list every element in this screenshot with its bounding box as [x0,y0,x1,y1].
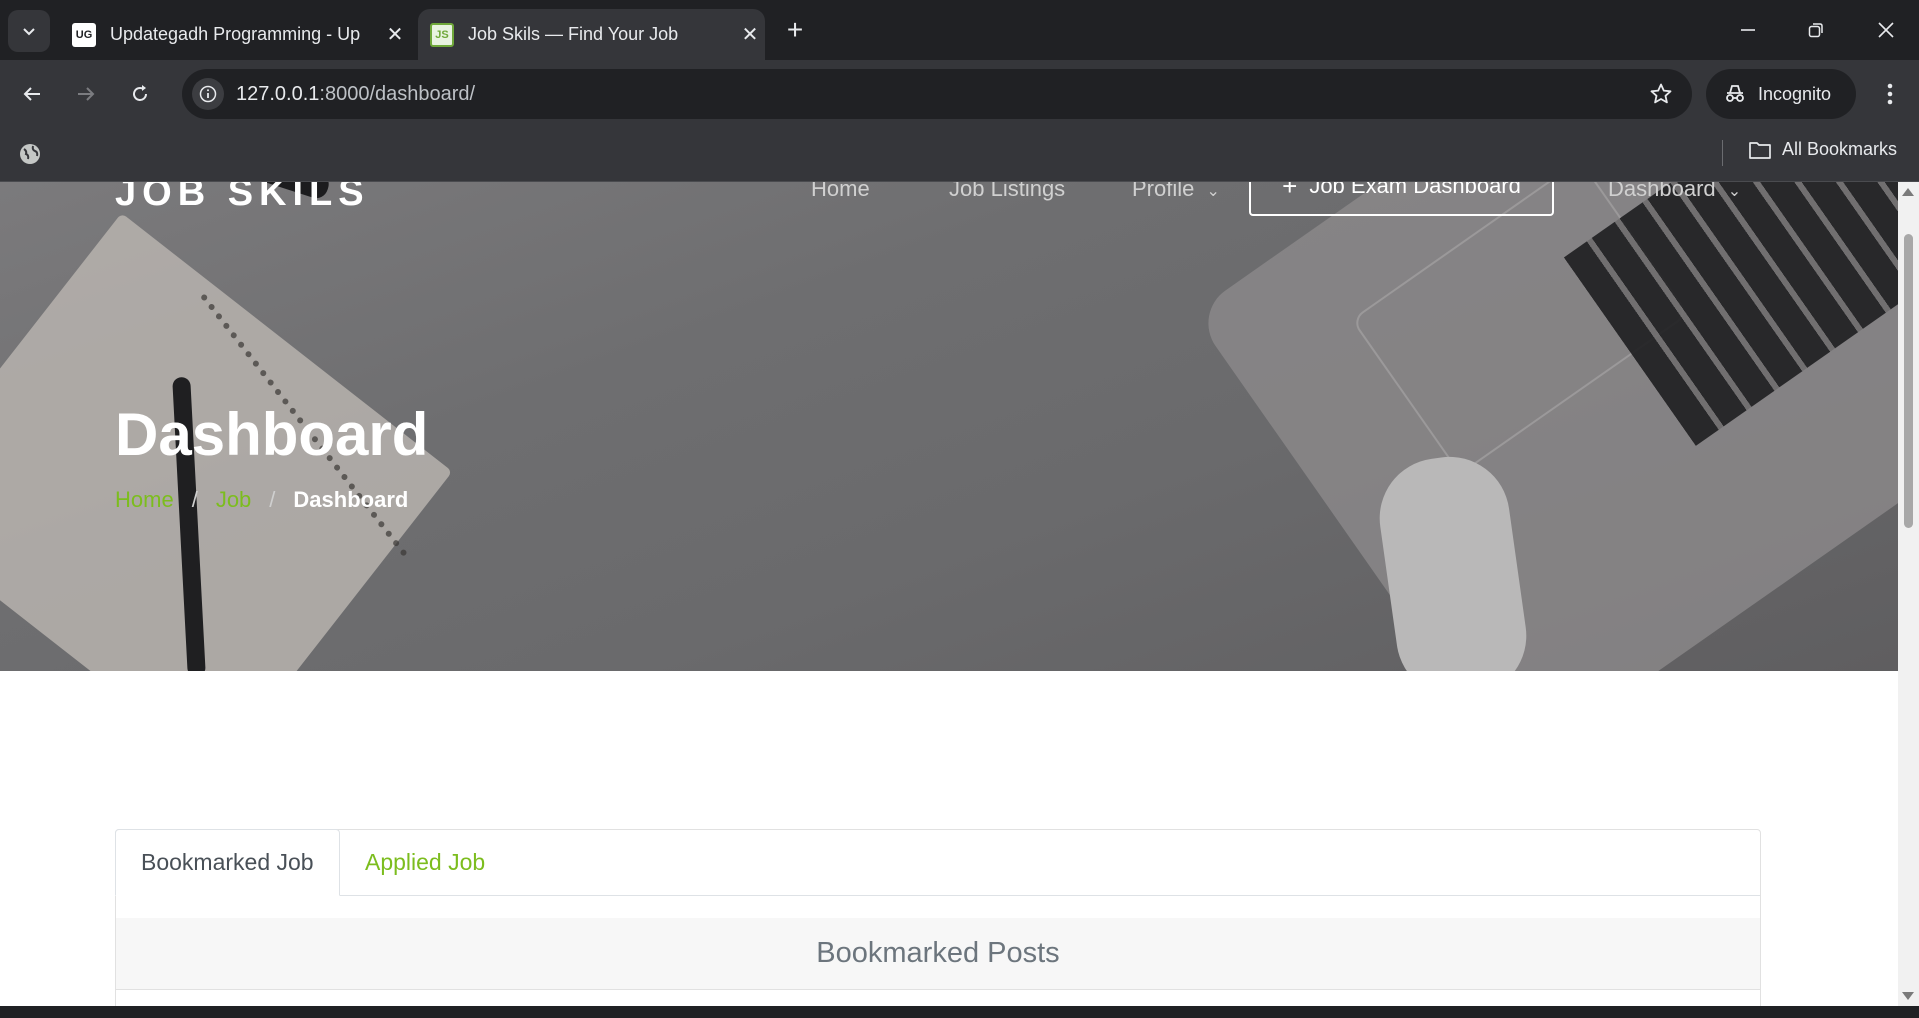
nav-dashboard-label: Dashboard [1608,182,1716,201]
url-text[interactable]: 127.0.0.1:8000/dashboard/ [236,83,475,106]
incognito-icon [1724,84,1746,104]
dashboard-tabs-card: Bookmarked Job Applied Job Bookmarked Po… [115,829,1761,1006]
url-path: :8000/dashboard/ [319,83,476,105]
job-exam-dashboard-button[interactable]: + Job Exam Dashboard [1249,182,1554,216]
restore-button[interactable] [1796,10,1836,50]
close-tab-icon[interactable]: ✕ [380,22,410,47]
bookmark-star-button[interactable] [1646,79,1676,109]
nav-dashboard-dropdown[interactable]: Dashboard ⌄ [1608,182,1741,202]
chevron-down-icon: ⌄ [1727,183,1742,200]
tab-title: Job Skils — Find Your Job [468,24,679,44]
hero-banner: JOB SKILS Home Job Listings Profile ⌄ + … [0,182,1898,671]
reload-button[interactable] [120,74,160,114]
tab-title: Updategadh Programming - Up [110,24,361,44]
browser-tab-updategadh[interactable]: UG Updategadh Programming - Up ✕ [60,9,410,60]
nav-job-listings-link[interactable]: Job Listings [949,182,1065,202]
scroll-up-arrow-icon[interactable] [1902,188,1914,196]
browser-toolbar: 127.0.0.1:8000/dashboard/ Incognito [0,60,1919,128]
plus-icon: + [1282,182,1298,201]
address-bar[interactable]: 127.0.0.1:8000/dashboard/ [182,69,1692,119]
site-info-button[interactable] [192,78,224,110]
bookmarked-posts-header: Bookmarked Posts [116,918,1760,990]
chevron-down-icon: ⌄ [1206,183,1220,200]
star-icon [1650,83,1672,104]
chevron-down-icon [23,28,35,36]
all-bookmarks-label: All Bookmarks [1782,139,1898,159]
updategadh-favicon-icon: UG [72,22,96,47]
globe-icon[interactable] [18,142,42,166]
site-navbar: JOB SKILS Home Job Listings Profile ⌄ + … [0,182,1898,216]
minimize-icon [1741,29,1755,31]
nav-home-link[interactable]: Home [811,182,870,202]
breadcrumb-home-link[interactable]: Home [115,487,174,513]
all-bookmarks-button[interactable]: All Bookmarks [1748,139,1897,160]
close-icon [1878,22,1894,38]
arrow-left-icon [23,87,40,101]
nav-profile-dropdown[interactable]: Profile ⌄ [1132,182,1220,202]
scroll-down-arrow-icon[interactable] [1902,992,1914,1000]
url-host: 127.0.0.1 [236,83,320,105]
bookmarks-bar: All Bookmarks [0,128,1919,182]
job-skils-favicon-icon: JS [430,22,454,47]
incognito-label: Incognito [1758,83,1832,104]
breadcrumb-separator: / [191,487,198,512]
forward-button[interactable] [66,74,106,114]
dashboard-tab-list: Bookmarked Job Applied Job [115,829,1760,896]
scrollbar-thumb[interactable] [1904,234,1913,528]
reload-icon [133,85,147,101]
site-logo[interactable]: JOB SKILS [115,182,370,215]
minimize-button[interactable] [1728,10,1768,50]
breadcrumb-job-link[interactable]: Job [216,487,251,513]
page-title: Dashboard [115,401,429,468]
back-button[interactable] [12,74,52,114]
page-viewport: JOB SKILS Home Job Listings Profile ⌄ + … [0,182,1898,1006]
info-icon [199,85,217,103]
browser-tab-strip: UG Updategadh Programming - Up ✕ JS Job … [0,0,1919,60]
browser-tab-job-skils[interactable]: JS Job Skils — Find Your Job ✕ [418,9,765,60]
browser-menu-button[interactable] [1872,74,1908,114]
breadcrumb: Home / Job / Dashboard [115,487,408,513]
tab-bookmarked-job[interactable]: Bookmarked Job [115,829,340,896]
breadcrumb-separator: / [269,487,276,512]
close-window-button[interactable] [1866,10,1906,50]
incognito-indicator[interactable]: Incognito [1706,69,1856,119]
window-bottom-edge [0,1006,1919,1018]
more-vertical-icon [1887,83,1893,105]
close-tab-icon[interactable]: ✕ [735,22,765,47]
arrow-right-icon [78,87,95,101]
breadcrumb-current: Dashboard [293,487,409,512]
restore-icon [1808,23,1823,38]
new-tab-button[interactable]: + [778,14,812,48]
job-exam-dashboard-label: Job Exam Dashboard [1309,182,1521,198]
nav-profile-label: Profile [1132,182,1195,201]
tab-search-button[interactable] [8,10,50,52]
tab-applied-job[interactable]: Applied Job [340,829,510,896]
page-scrollbar[interactable] [1898,182,1919,1006]
bookmarks-separator [1722,140,1723,166]
folder-icon [1748,140,1772,160]
